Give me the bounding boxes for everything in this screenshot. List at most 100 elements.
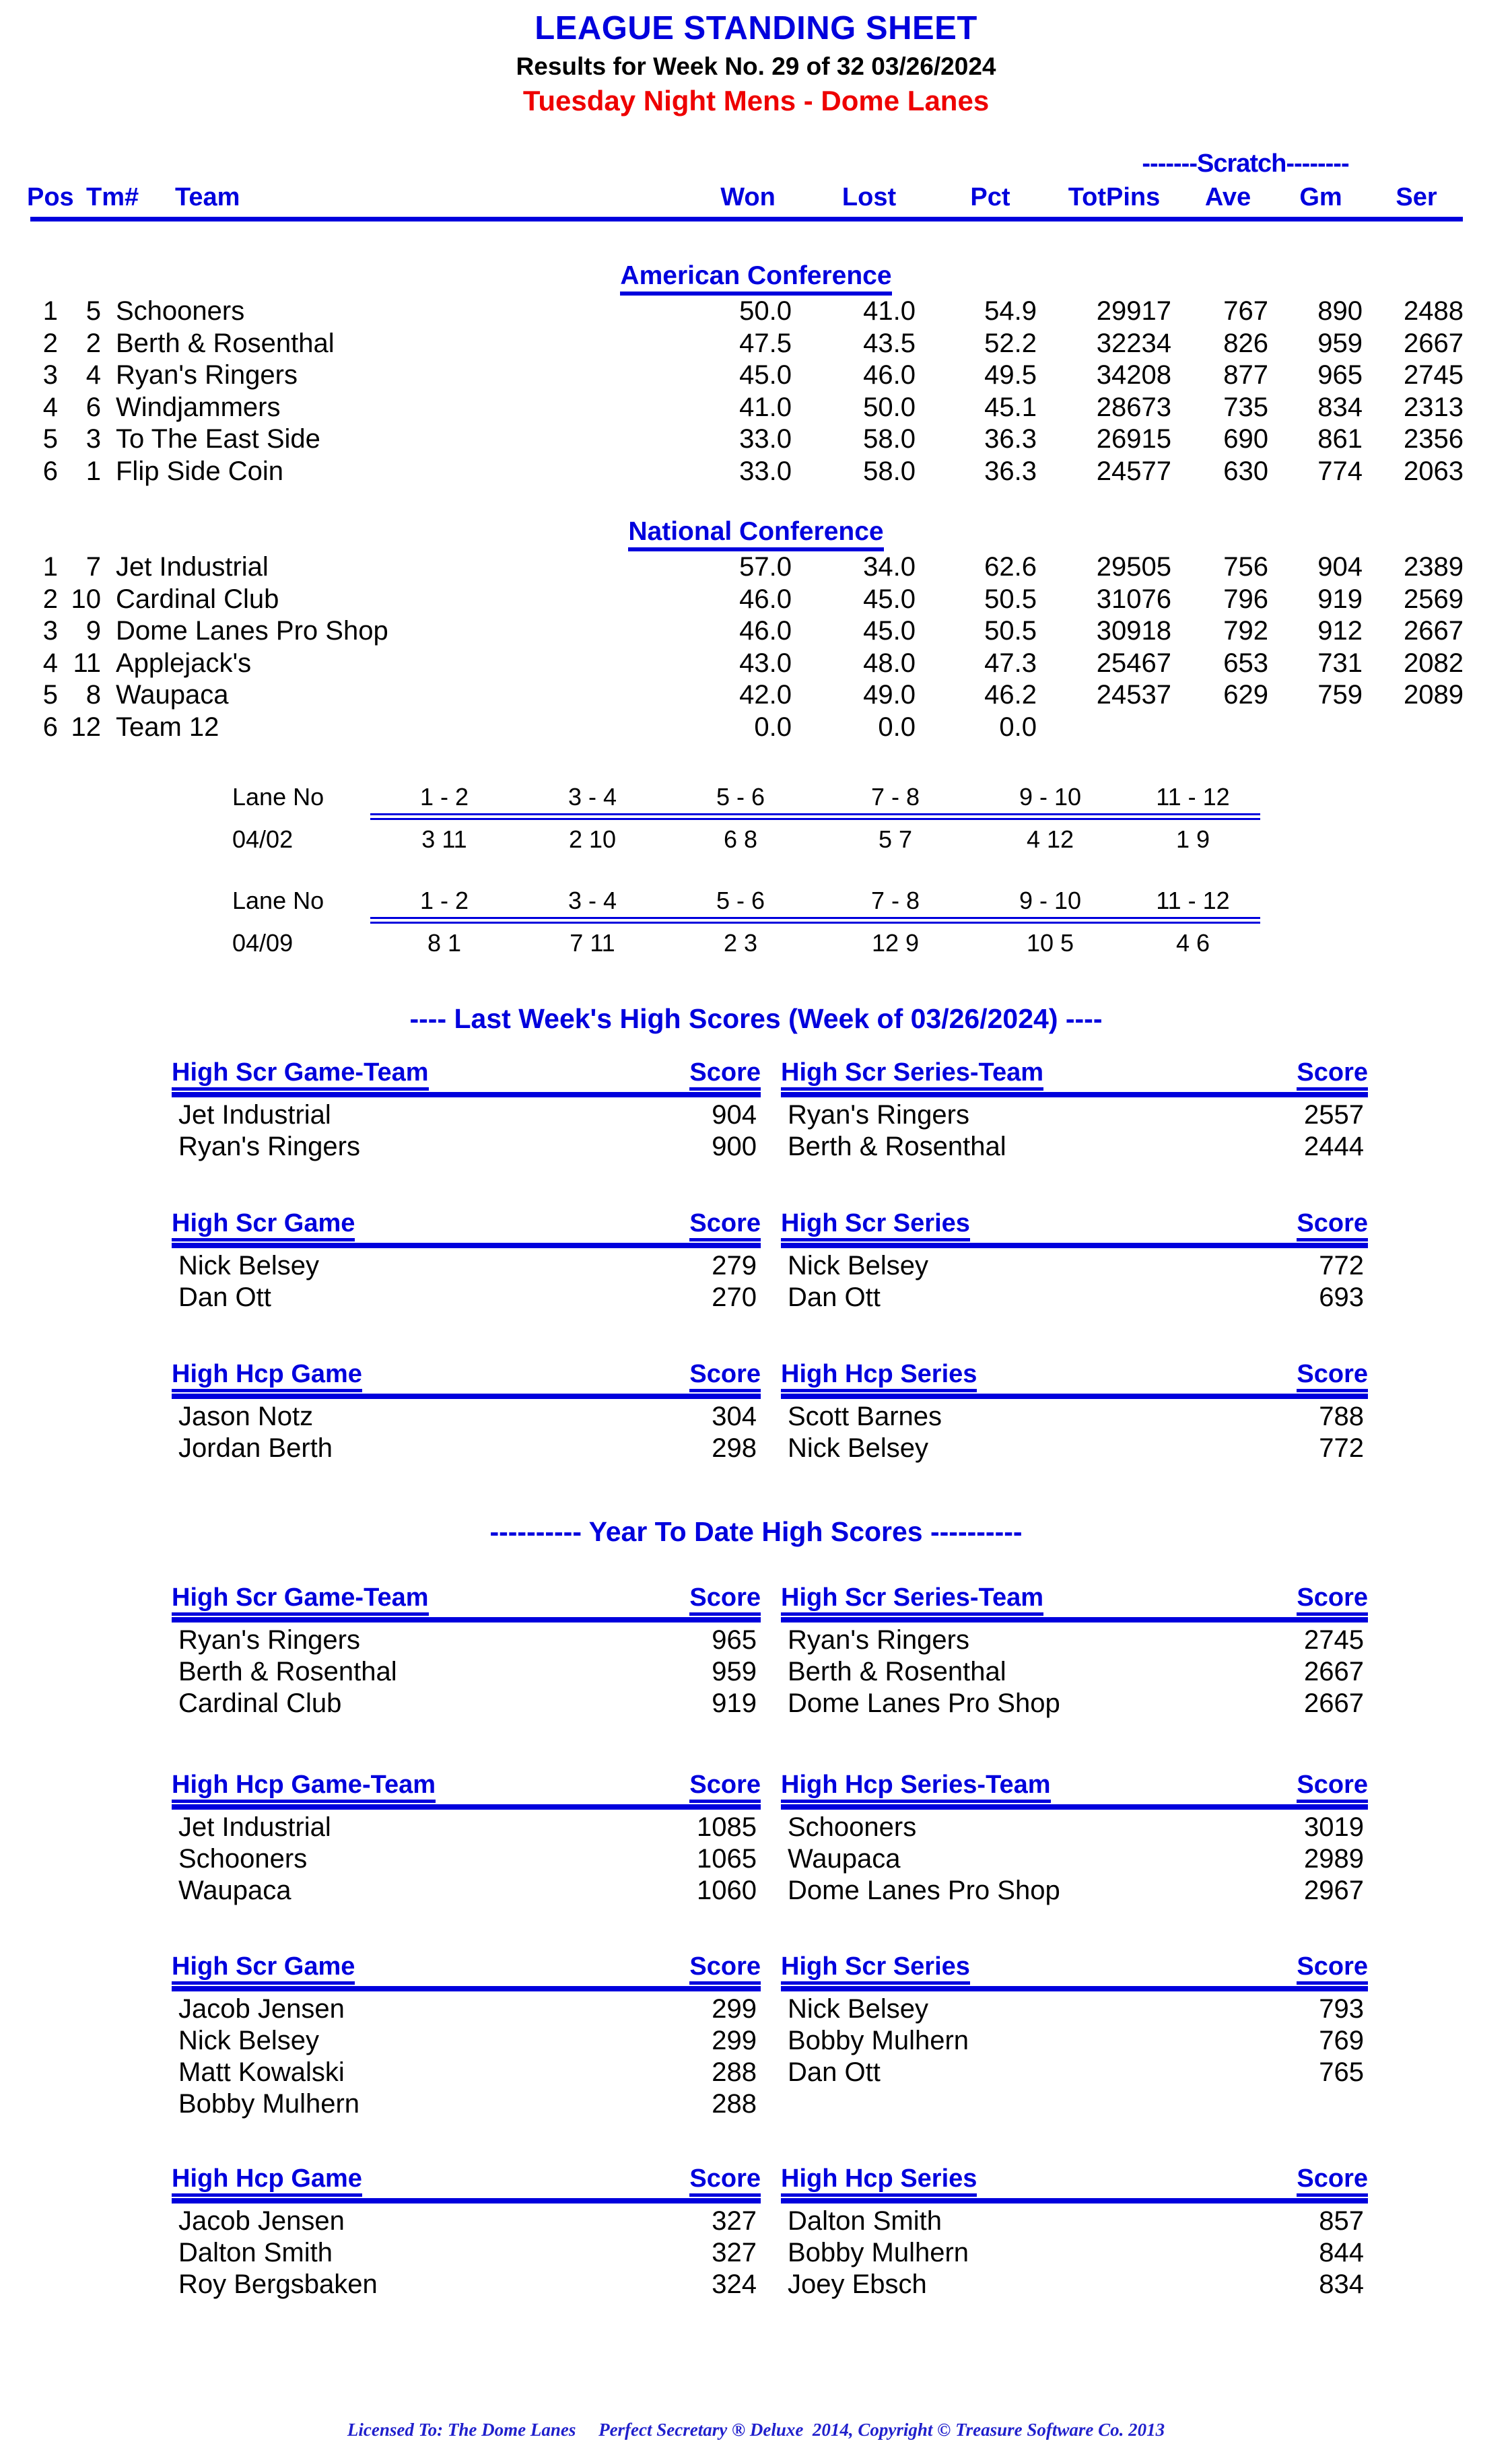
ytd-table-title: High Scr Game-Team — [172, 1583, 429, 1616]
ytd-table-rule — [172, 1804, 761, 1810]
standings-cell-pos: 5 — [42, 680, 58, 710]
standings-cell-pct: 50.5 — [984, 584, 1037, 614]
standings-cell-tm: 10 — [71, 584, 102, 614]
ytd-row-score: 299 — [712, 2026, 757, 2055]
ytd-row: Roy Bergsbaken 324 — [172, 2269, 761, 2303]
last-week-row-name: Ryan's Ringers — [178, 1132, 360, 1161]
ytd-score-column-header: Score — [689, 1952, 761, 1985]
standings-cell-ave: 629 — [1223, 680, 1268, 710]
standings-cell-team: Applejack's — [116, 648, 252, 678]
standings-cell-ave: 796 — [1223, 584, 1268, 614]
last-week-row-name: Jet Industrial — [178, 1100, 331, 1130]
lane-pair-label: 9 - 10 — [1019, 783, 1082, 811]
standings-cell-gm: 919 — [1317, 584, 1363, 614]
standings-cell-team: Flip Side Coin — [116, 456, 284, 486]
last-week-row: Nick Belsey 772 — [781, 1433, 1368, 1467]
ytd-row-score: 1065 — [697, 1844, 757, 1874]
ytd-row-score: 327 — [712, 2206, 757, 2236]
ytd-row-name: Waupaca — [178, 1876, 291, 1905]
ytd-table-title: High Hcp Series-Team — [781, 1771, 1051, 1803]
ytd-score-column-header: Score — [689, 2164, 761, 2197]
ytd-row-name: Jet Industrial — [178, 1812, 331, 1842]
last-week-row-score: 788 — [1319, 1402, 1364, 1431]
standings-cell-gm: 959 — [1317, 328, 1363, 358]
last-week-row: Dan Ott 270 — [172, 1283, 761, 1316]
standings-cell-tm: 11 — [73, 648, 101, 678]
ytd-score-column-header: Score — [689, 1771, 761, 1803]
last-week-row-score: 2444 — [1304, 1132, 1364, 1161]
column-header-gm: Gm — [1299, 183, 1342, 211]
standings-cell-totpins: 26915 — [1096, 424, 1171, 454]
standings-cell-totpins: 28673 — [1096, 392, 1171, 422]
ytd-row-name: Waupaca — [788, 1844, 901, 1874]
standings-cell-ave: 826 — [1223, 328, 1268, 358]
ytd-table-header: High Scr Game Score — [172, 1952, 761, 1985]
lane-matchup: 2 3 — [723, 929, 758, 957]
last-week-table-header: High Scr Game-Team Score — [172, 1058, 761, 1091]
lane-pair-label: 5 - 6 — [716, 887, 765, 914]
ytd-table-title: High Scr Game — [172, 1952, 355, 1985]
standings-cell-ave: 735 — [1223, 392, 1268, 422]
ytd-row-score: 288 — [712, 2089, 757, 2119]
last-week-row-score: 772 — [1319, 1251, 1364, 1280]
ytd-row: Dalton Smith 327 — [172, 2238, 761, 2271]
standings-cell-gm: 774 — [1317, 456, 1363, 486]
standings-header-row: Pos Tm# Team Won Lost Pct TotPins Ave Gm… — [0, 183, 1512, 215]
standings-cell-ave: 756 — [1223, 552, 1268, 582]
column-header-tm: Tm# — [86, 183, 139, 211]
ytd-row: Bobby Mulhern 769 — [781, 2026, 1368, 2059]
column-header-totpins: TotPins — [1068, 183, 1161, 211]
ytd-row-score: 857 — [1319, 2206, 1364, 2236]
lane-matchup: 4 12 — [1026, 825, 1074, 853]
standings-cell-ser: 2356 — [1404, 424, 1464, 454]
standings-cell-totpins: 24537 — [1096, 680, 1171, 710]
lane-pair-label: 11 - 12 — [1156, 783, 1230, 811]
standings-cell-ave: 630 — [1223, 456, 1268, 486]
ytd-row-name: Nick Belsey — [178, 2026, 319, 2055]
standings-cell-pos: 5 — [42, 424, 58, 454]
standings-cell-won: 46.0 — [739, 584, 792, 614]
standings-cell-team: Team 12 — [116, 712, 219, 742]
lane-pair-label: 3 - 4 — [568, 783, 617, 811]
standings-header-rule — [30, 217, 1463, 221]
league-name-line: Tuesday Night Mens - Dome Lanes — [522, 85, 990, 116]
lane-matchup: 10 5 — [1026, 929, 1074, 957]
ytd-row-name: Jacob Jensen — [178, 2206, 345, 2236]
standings-cell-gm: 759 — [1317, 680, 1363, 710]
ytd-row: Dome Lanes Pro Shop 2667 — [781, 1688, 1368, 1722]
standings-cell-pct: 62.6 — [984, 552, 1037, 582]
column-header-lost: Lost — [841, 183, 897, 211]
standings-cell-ave: 653 — [1223, 648, 1268, 678]
standings-cell-pos: 4 — [42, 392, 58, 422]
standings-cell-team: Waupaca — [116, 680, 229, 710]
last-week-row-score: 304 — [712, 1402, 757, 1431]
last-week-table-rule — [172, 1394, 761, 1399]
ytd-row-name: Bobby Mulhern — [788, 2238, 969, 2267]
ytd-row-score: 965 — [712, 1625, 757, 1655]
ytd-row: Jacob Jensen 299 — [172, 1994, 761, 2028]
ytd-table-rule — [781, 2198, 1368, 2203]
standings-cell-gm: 890 — [1317, 296, 1363, 326]
standings-cell-pos: 2 — [42, 584, 58, 614]
ytd-table-rule — [172, 2198, 761, 2203]
lane-no-label: Lane No — [232, 887, 324, 914]
standings-row: 3 9 Dome Lanes Pro Shop 46.0 45.0 50.5 30918 79… — [0, 616, 1512, 648]
last-week-row: Ryan's Ringers 2557 — [781, 1100, 1368, 1134]
lane-pair-label: 7 - 8 — [870, 783, 920, 811]
lane-pair-label: 7 - 8 — [870, 887, 920, 914]
lane-rule — [370, 917, 1260, 924]
column-header-pct: Pct — [970, 183, 1010, 211]
last-week-row-name: Jordan Berth — [178, 1433, 333, 1463]
ytd-table-header: High Scr Game-Team Score — [172, 1583, 761, 1616]
last-week-table-header: High Hcp Series Score — [781, 1360, 1368, 1392]
last-week-row-name: Nick Belsey — [788, 1251, 928, 1280]
last-week-row-score: 279 — [712, 1251, 757, 1280]
ytd-row-name: Ryan's Ringers — [178, 1625, 360, 1655]
standings-cell-totpins: 32234 — [1096, 328, 1171, 358]
last-week-score-column-header: Score — [1297, 1209, 1368, 1241]
ytd-row-score: 1085 — [697, 1812, 757, 1842]
ytd-row: Ryan's Ringers 965 — [172, 1625, 761, 1659]
ytd-row: Dome Lanes Pro Shop 2967 — [781, 1876, 1368, 1909]
standings-cell-tm: 5 — [85, 296, 101, 326]
standings-row: 6 12 Team 12 0.0 0.0 0.0 — [0, 712, 1512, 745]
